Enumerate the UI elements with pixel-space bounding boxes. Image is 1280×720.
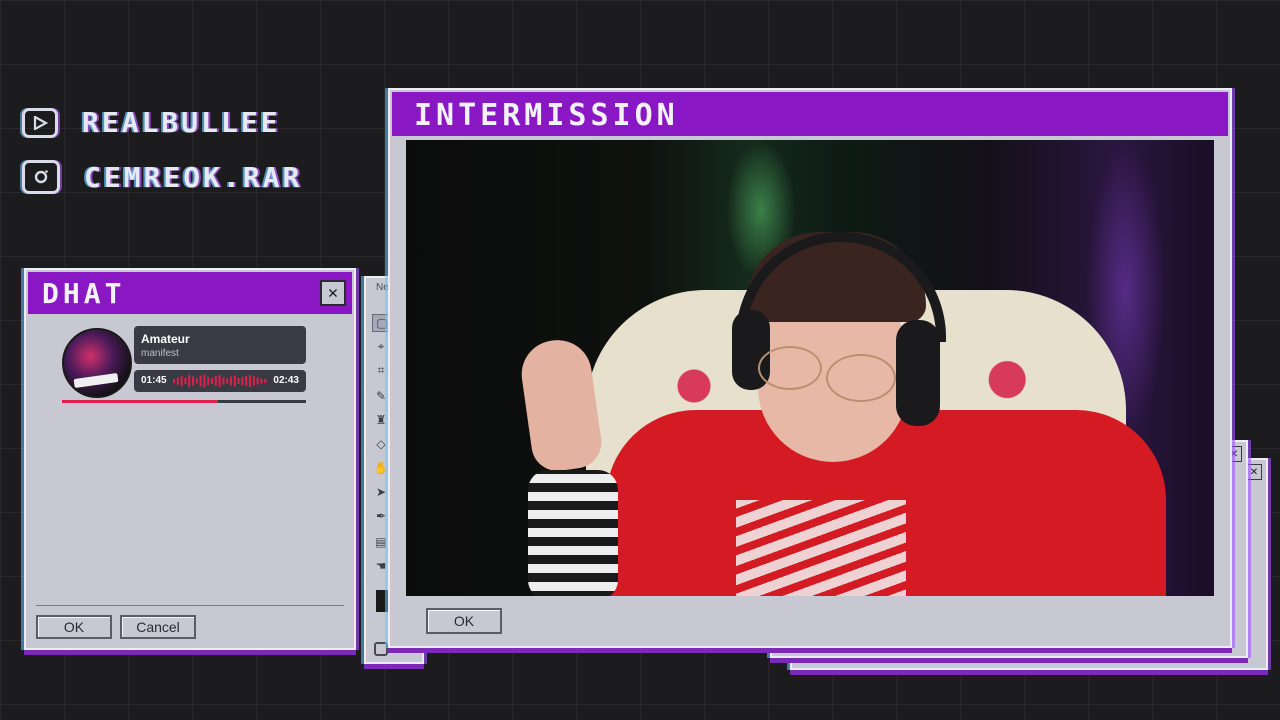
chat-window: DHAT ✕ Amateur manifest 01:45 02:43 OK C… xyxy=(24,268,356,650)
youtube-icon xyxy=(22,107,58,138)
track-info-card: Amateur manifest xyxy=(134,326,306,364)
waveform xyxy=(173,374,267,388)
intermission-title: INTERMISSION xyxy=(414,98,679,133)
background-window-2-close-icon[interactable]: ✕ xyxy=(1246,464,1262,480)
waveform-bar xyxy=(214,376,217,386)
waveform-bar xyxy=(218,375,221,387)
intermission-window: INTERMISSION OK xyxy=(388,88,1232,648)
waveform-bar xyxy=(237,378,240,384)
instagram-social: CEMREOK.RAR xyxy=(22,160,302,194)
ok-button[interactable]: OK xyxy=(36,615,112,639)
total-duration: 02:43 xyxy=(273,375,299,386)
waveform-bar xyxy=(222,377,225,385)
waveform-bar xyxy=(226,378,229,384)
track-artist: manifest xyxy=(141,348,179,359)
chat-divider xyxy=(36,605,344,606)
waveform-bar xyxy=(199,375,202,387)
chat-titlebar[interactable]: DHAT ✕ xyxy=(28,272,352,314)
waveform-bar xyxy=(233,375,236,387)
waveform-bar xyxy=(260,378,263,384)
waveform-bar xyxy=(180,376,183,386)
close-icon: ✕ xyxy=(327,283,339,303)
waveform-bar xyxy=(264,379,267,383)
album-art xyxy=(62,328,132,398)
waveform-bar xyxy=(173,379,175,383)
toolbox-title-fragment: Ne xyxy=(376,282,389,293)
waveform-bar xyxy=(207,377,210,385)
waveform-bar xyxy=(176,377,179,385)
chat-window-title: DHAT xyxy=(42,277,126,310)
waveform-bar xyxy=(249,375,251,387)
youtube-handle: REALBULLEE xyxy=(82,106,281,139)
instagram-icon xyxy=(22,160,60,194)
zoom-tool-icon[interactable] xyxy=(374,642,388,656)
waveform-bar xyxy=(252,376,255,386)
waveform-bar xyxy=(192,376,194,386)
foreground-color-swatch[interactable] xyxy=(376,590,388,612)
waveform-bar xyxy=(211,378,213,384)
waveform-bar xyxy=(241,377,244,385)
elapsed-time: 01:45 xyxy=(141,375,167,386)
intermission-titlebar[interactable]: INTERMISSION xyxy=(392,92,1228,136)
track-title: Amateur xyxy=(141,332,190,346)
waveform-bar xyxy=(195,378,198,384)
waveform-bar xyxy=(230,376,232,386)
playback-progress-fill xyxy=(62,400,219,403)
playback-progress-track[interactable] xyxy=(62,400,306,403)
intermission-ok-button[interactable]: OK xyxy=(426,608,502,634)
waveform-bar xyxy=(245,376,248,386)
close-button[interactable]: ✕ xyxy=(320,280,346,306)
waveform-bar xyxy=(188,375,191,387)
cancel-button[interactable]: Cancel xyxy=(120,615,196,639)
waveform-bar xyxy=(256,377,259,385)
waveform-bar xyxy=(184,378,187,384)
youtube-social: REALBULLEE xyxy=(22,106,281,139)
person-hand xyxy=(517,335,605,475)
waveform-bar xyxy=(203,374,206,388)
instagram-handle: CEMREOK.RAR xyxy=(84,160,303,194)
waveform-card: 01:45 02:43 xyxy=(134,370,306,392)
webcam-feed xyxy=(406,140,1214,596)
